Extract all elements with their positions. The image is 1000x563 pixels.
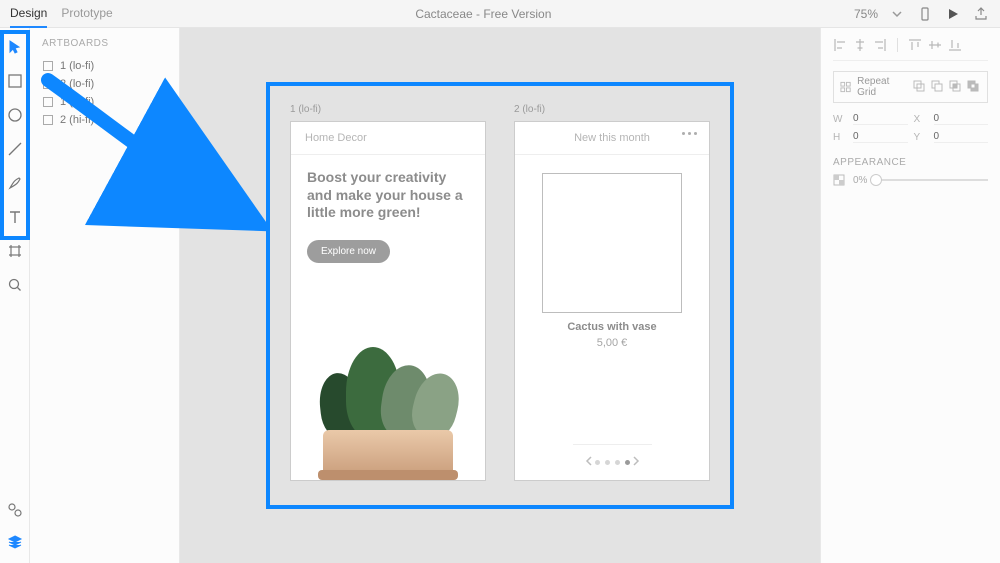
explore-button[interactable]: Explore now <box>307 240 390 263</box>
zoom-level[interactable]: 75% <box>854 7 878 21</box>
line-tool[interactable] <box>6 140 24 158</box>
pen-tool[interactable] <box>6 174 24 192</box>
canvas[interactable]: 1 (lo-fi) Home Decor Boost your creativi… <box>180 28 820 563</box>
align-top-icon[interactable] <box>908 38 922 52</box>
height-input[interactable]: 0 <box>853 131 908 143</box>
artboard-label[interactable]: 2 (lo-fi) <box>514 104 710 115</box>
tab-prototype[interactable]: Prototype <box>61 0 112 28</box>
opacity-value[interactable]: 0% <box>853 175 867 186</box>
chevron-left-icon[interactable] <box>583 455 595 470</box>
artboard-label[interactable]: 1 (lo-fi) <box>290 104 486 115</box>
document-title: Cactaceae - Free Version <box>113 7 854 21</box>
align-hcenter-icon[interactable] <box>853 38 867 52</box>
rectangle-tool[interactable] <box>6 72 24 90</box>
ellipse-tool[interactable] <box>6 106 24 124</box>
assets-icon[interactable] <box>6 501 24 519</box>
artboard-item-label: 2 (lo-fi) <box>60 78 94 90</box>
artboard-item-label: 1 (hi-fi) <box>60 96 94 108</box>
transform-controls: W 0 X 0 H 0 Y 0 <box>833 113 988 143</box>
align-right-icon[interactable] <box>873 38 887 52</box>
y-input[interactable]: 0 <box>934 131 989 143</box>
layers-icon[interactable] <box>6 533 24 551</box>
alignment-controls <box>833 38 988 61</box>
artboard-tool[interactable] <box>6 242 24 260</box>
artboard-list-item[interactable]: 1 (lo-fi) <box>42 57 167 75</box>
align-left-icon[interactable] <box>833 38 847 52</box>
share-icon[interactable] <box>972 5 990 23</box>
width-input[interactable]: 0 <box>853 113 908 125</box>
artboard-item-label: 2 (hi-fi) <box>60 114 94 126</box>
x-input[interactable]: 0 <box>934 113 989 125</box>
chevron-right-icon[interactable] <box>630 455 642 470</box>
pathfinder-exclude-icon[interactable] <box>967 80 981 94</box>
selection-rect: 1 (lo-fi) Home Decor Boost your creativi… <box>266 82 734 509</box>
hero-image <box>307 287 469 481</box>
artboards-panel: ARTBOARDS 1 (lo-fi) 2 (lo-fi) 1 (hi-fi) … <box>30 28 180 563</box>
top-toolbar: Design Prototype Cactaceae - Free Versio… <box>0 0 1000 28</box>
screen-header: New this month <box>574 132 650 144</box>
zoom-tool[interactable] <box>6 276 24 294</box>
tab-design[interactable]: Design <box>10 0 47 28</box>
width-label: W <box>833 114 847 125</box>
artboard-1[interactable]: Home Decor Boost your creativity and mak… <box>290 121 486 481</box>
artboards-heading: ARTBOARDS <box>42 38 167 49</box>
page-dots[interactable] <box>595 460 630 465</box>
pathfinder-add-icon[interactable] <box>913 80 927 94</box>
y-label: Y <box>914 132 928 143</box>
align-vcenter-icon[interactable] <box>928 38 942 52</box>
product-price: 5,00 € <box>597 337 628 349</box>
product-image-placeholder <box>542 173 682 313</box>
device-preview-icon[interactable] <box>916 5 934 23</box>
product-name: Cactus with vase <box>567 321 656 333</box>
pathfinder-intersect-icon[interactable] <box>949 80 963 94</box>
pathfinder-subtract-icon[interactable] <box>931 80 945 94</box>
more-icon[interactable] <box>682 132 697 135</box>
artboard-list-item[interactable]: 1 (hi-fi) <box>42 93 167 111</box>
headline-text: Boost your creativity and make your hous… <box>307 169 469 222</box>
text-tool[interactable] <box>6 208 24 226</box>
opacity-icon <box>833 174 845 186</box>
x-label: X <box>914 114 928 125</box>
screen-header: Home Decor <box>291 122 485 155</box>
inspector-panel: Repeat Grid W 0 X 0 H 0 Y 0 APPEARANCE 0… <box>820 28 1000 563</box>
repeat-grid-label: Repeat Grid <box>857 76 907 98</box>
play-icon[interactable] <box>944 5 962 23</box>
tool-rail <box>0 28 30 563</box>
artboard-item-label: 1 (lo-fi) <box>60 60 94 72</box>
artboard-2[interactable]: New this month Cactus with vase 5,00 € <box>514 121 710 481</box>
repeat-grid-button[interactable]: Repeat Grid <box>833 71 988 103</box>
height-label: H <box>833 132 847 143</box>
pager <box>573 444 652 480</box>
artboard-list-item[interactable]: 2 (lo-fi) <box>42 75 167 93</box>
align-bottom-icon[interactable] <box>948 38 962 52</box>
opacity-slider[interactable] <box>875 179 988 181</box>
select-tool[interactable] <box>6 38 24 56</box>
appearance-heading: APPEARANCE <box>833 157 988 168</box>
chevron-down-icon[interactable] <box>888 5 906 23</box>
artboard-list-item[interactable]: 2 (hi-fi) <box>42 111 167 129</box>
